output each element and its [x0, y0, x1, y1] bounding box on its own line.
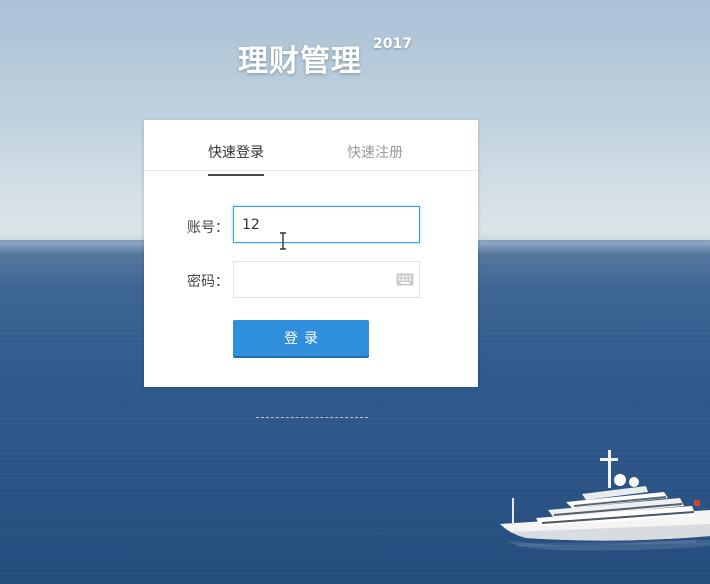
account-input[interactable] — [233, 206, 420, 243]
tab-quick-login[interactable]: 快速登录 — [208, 142, 264, 176]
password-label: 密码： — [187, 274, 229, 290]
account-label: 账号： — [187, 220, 229, 236]
app-year: 2017 — [373, 36, 412, 52]
login-button[interactable]: 登录 — [233, 320, 369, 356]
login-tabs: 快速登录 快速注册 — [144, 120, 478, 176]
yacht-image — [500, 450, 710, 551]
tab-quick-register[interactable]: 快速注册 — [347, 142, 403, 162]
app-title: 理财管理 — [238, 44, 362, 79]
text-cursor-icon — [280, 232, 286, 250]
password-input[interactable] — [233, 261, 420, 298]
login-card: 快速登录 快速注册 账号： 密码： 登录 — [144, 120, 478, 387]
brand-header: 理财管理 2017 — [0, 0, 710, 90]
keyboard-icon[interactable] — [396, 273, 414, 286]
dashed-divider — [256, 417, 368, 418]
